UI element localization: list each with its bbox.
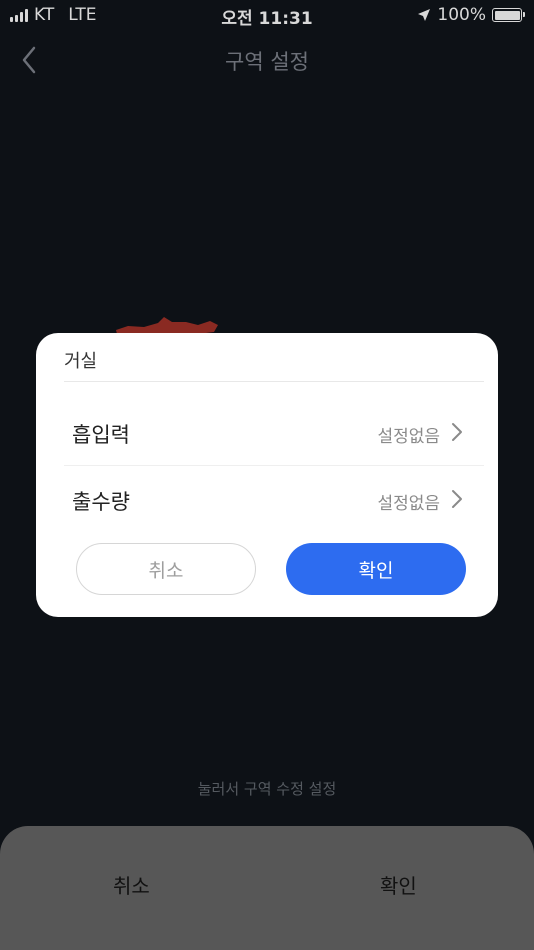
divider: [64, 381, 484, 382]
hint-text: 눌러서 구역 수정 설정: [197, 780, 337, 798]
bottom-sheet: 취소 확인: [0, 826, 534, 950]
row-label: 출수량: [72, 490, 130, 514]
chevron-right-icon: [452, 490, 462, 508]
battery-fill: [494, 10, 520, 20]
status-bar: KT LTE 오전 11:31 100%: [0, 0, 534, 30]
battery-percent: 100%: [437, 5, 486, 25]
zone-settings-dialog: 거실 흡입력 설정없음 출수량 설정없음 취소 확인: [36, 333, 498, 617]
header: 구역 설정: [0, 36, 534, 84]
water-flow-row[interactable]: 출수량 설정없음: [64, 465, 484, 531]
row-label: 흡입력: [72, 423, 130, 447]
suction-power-row[interactable]: 흡입력 설정없음: [64, 399, 484, 465]
page-title: 구역 설정: [225, 50, 309, 74]
status-right: 100%: [417, 5, 525, 25]
battery-icon: [492, 8, 525, 22]
row-value: 설정없음: [377, 494, 440, 514]
chevron-right-icon: [452, 423, 462, 441]
dialog-title: 거실: [64, 351, 98, 372]
sheet-confirm-button[interactable]: 확인: [380, 870, 417, 899]
sheet-cancel-button[interactable]: 취소: [113, 870, 150, 899]
cancel-button[interactable]: 취소: [76, 543, 256, 595]
location-arrow-icon: [418, 9, 431, 21]
confirm-button[interactable]: 확인: [286, 543, 466, 595]
row-value: 설정없음: [377, 427, 440, 447]
